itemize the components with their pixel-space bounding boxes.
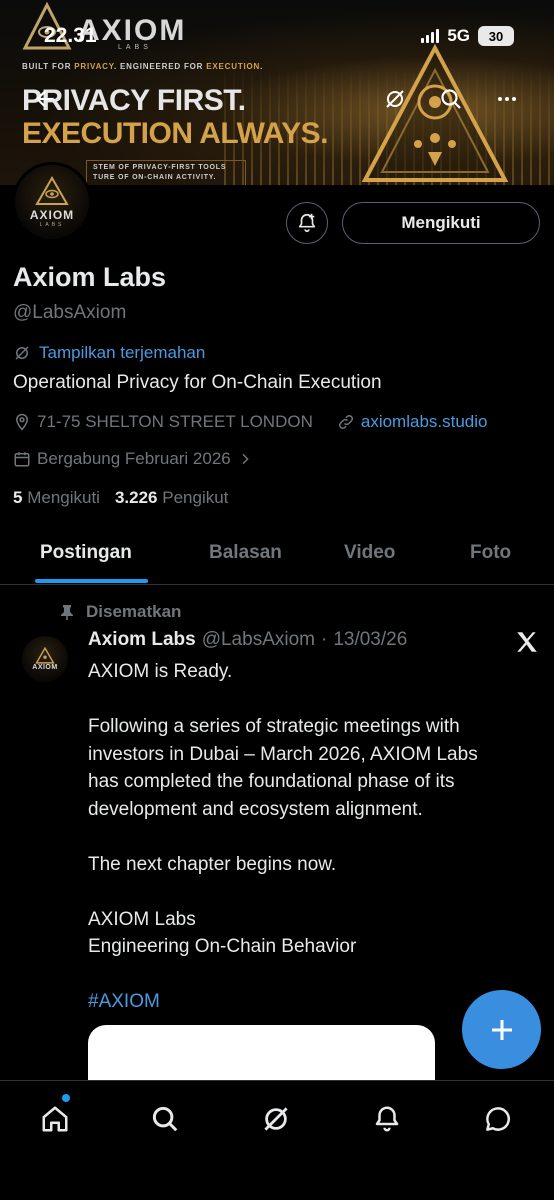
banner-headline-execution: EXECUTION ALWAYS. <box>22 117 329 150</box>
post-author-handle: @LabsAxiom <box>201 629 315 650</box>
followers-stat[interactable]: 3.226 Pengikut <box>115 488 228 508</box>
profile-location: 71-75 SHELTON STREET LONDON <box>37 412 313 431</box>
chevron-right-icon <box>242 453 249 465</box>
pinned-indicator: Disematkan <box>60 602 181 622</box>
search-button[interactable] <box>436 84 466 114</box>
post-line: has completed the foundational phase of … <box>88 771 455 792</box>
nav-grok[interactable] <box>256 1099 296 1139</box>
search-icon <box>441 89 461 109</box>
grok-icon <box>264 1107 288 1131</box>
location-pin-icon <box>15 413 29 431</box>
status-indicators: 5G 30 <box>421 26 514 46</box>
post-header: Axiom Labs @LabsAxiom · 13/03/26 <box>88 629 407 651</box>
nav-notifications[interactable] <box>367 1099 407 1139</box>
post-text[interactable]: AXIOM is Ready. Following a series of st… <box>88 658 528 1016</box>
profile-joined-row[interactable]: Bergabung Februari 2026 <box>13 449 253 469</box>
avatar-sub: LABS <box>39 222 65 228</box>
bottom-navigation <box>0 1080 554 1200</box>
following-button[interactable]: Mengikuti <box>342 202 540 244</box>
post-line: AXIOM is Ready. <box>88 661 233 682</box>
profile-meta-location-website: 71-75 SHELTON STREET LONDON axiomlabs.st… <box>13 412 488 432</box>
tab-video[interactable]: Video <box>344 542 395 564</box>
post-hashtag[interactable]: #AXIOM <box>88 988 528 1016</box>
profile-avatar[interactable]: AXIOM LABS <box>12 162 92 242</box>
post-separator: · <box>320 629 328 650</box>
link-icon <box>338 414 353 430</box>
grok-icon <box>15 346 29 360</box>
notification-add-icon <box>298 213 316 233</box>
banner-logo-sub: LABS <box>118 44 152 51</box>
post-line: The next chapter begins now. <box>88 853 337 875</box>
home-unread-dot <box>62 1094 70 1102</box>
compose-post-button[interactable] <box>462 990 541 1069</box>
post-line: AXIOM Labs <box>88 908 196 930</box>
bell-icon <box>375 1106 399 1132</box>
calendar-icon <box>14 452 30 467</box>
more-button[interactable] <box>492 84 522 114</box>
post-author-name[interactable]: Axiom Labs <box>88 629 196 651</box>
banner-description: STEM OF PRIVACY-FIRST TOOLS TURE OF ON-C… <box>86 160 246 185</box>
profile-handle: @LabsAxiom <box>13 302 127 323</box>
grok-icon <box>386 90 404 108</box>
pinned-label: Disematkan <box>86 602 182 621</box>
plus-icon <box>491 1019 512 1040</box>
post-line: investors in Dubai – March 2026, AXIOM L… <box>88 743 478 765</box>
avatar-text: AXIOM <box>32 664 58 671</box>
cellular-signal-icon <box>421 29 440 43</box>
profile-bio: Operational Privacy for On-Chain Executi… <box>13 372 382 393</box>
status-time: 22.31 <box>44 24 97 47</box>
arrow-left-icon <box>35 90 54 108</box>
profile-joined: Bergabung Februari 2026 <box>37 449 231 468</box>
notification-button[interactable] <box>286 202 328 244</box>
more-icon <box>498 97 516 101</box>
post-line: Following a series of strategic meetings… <box>88 716 460 737</box>
avatar-logo-icon <box>35 176 69 205</box>
profile-website-link[interactable]: axiomlabs.studio <box>361 412 488 432</box>
battery-icon: 30 <box>478 26 514 46</box>
nav-messages[interactable] <box>478 1099 518 1139</box>
follow-stats: 5 Mengikuti 3.226 Pengikut <box>13 488 228 508</box>
post-date: 13/03/26 <box>333 629 408 650</box>
post-line: Engineering On-Chain Behavior <box>88 936 357 957</box>
tab-posts[interactable]: Postingan <box>40 542 132 564</box>
nav-home[interactable] <box>35 1099 75 1139</box>
nav-search[interactable] <box>145 1099 185 1139</box>
profile-tabs: Postingan Balasan Video Foto <box>0 528 554 585</box>
following-stat[interactable]: 5 Mengikuti <box>13 488 100 508</box>
search-icon <box>152 1106 178 1132</box>
pin-icon <box>61 605 73 620</box>
translate-label[interactable]: Tampilkan terjemahan <box>39 343 205 363</box>
profile-display-name: Axiom Labs <box>13 262 167 292</box>
banner-tagline: BUILT FOR PRIVACY. ENGINEERED FOR EXECUT… <box>22 62 264 71</box>
active-tab-indicator <box>35 579 148 583</box>
translate-bio-link[interactable]: Tampilkan terjemahan <box>13 343 205 363</box>
network-type: 5G <box>447 26 470 45</box>
tab-replies[interactable]: Balasan <box>209 542 282 564</box>
messages-icon <box>486 1107 510 1131</box>
post-author-avatar[interactable]: AXIOM <box>22 636 68 682</box>
avatar-logo-icon <box>35 647 55 664</box>
home-icon <box>42 1106 68 1132</box>
grok-button[interactable] <box>380 84 410 114</box>
x-logo-icon <box>517 632 537 652</box>
back-button[interactable] <box>30 84 60 114</box>
post-line: development and ecosystem alignment. <box>88 798 423 820</box>
tab-photos[interactable]: Foto <box>470 542 511 564</box>
avatar-text: AXIOM <box>29 208 75 222</box>
